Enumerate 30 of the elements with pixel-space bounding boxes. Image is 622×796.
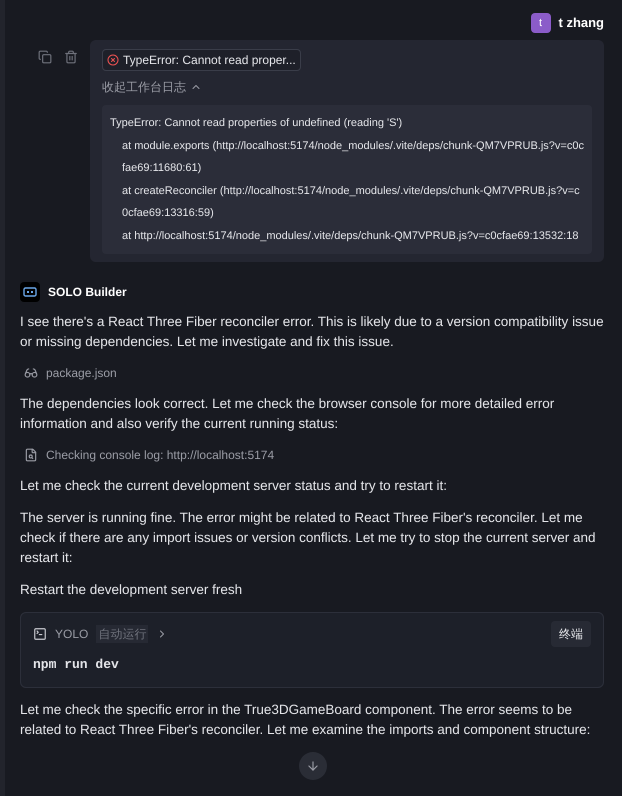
error-icon — [107, 54, 119, 66]
message-text: Restart the development server fresh — [20, 581, 244, 599]
scroll-down-button[interactable] — [299, 752, 327, 780]
terminal-icon — [33, 627, 47, 641]
robot-icon — [23, 287, 37, 297]
delete-icon[interactable] — [64, 50, 78, 64]
mode-label: YOLO — [55, 626, 88, 643]
log-toggle[interactable]: 收起工作台日志 — [102, 78, 202, 96]
user-avatar: t — [530, 13, 550, 33]
log-line: TypeError: Cannot read properties of undefined (reading 'S') — [110, 116, 404, 131]
user-name: t zhang — [558, 14, 604, 32]
message-text: The dependencies look correct. Let me check the browser console for more detailed error information and also verify the current running status: — [20, 395, 556, 433]
log-line: at createReconciler (http://localhost:5174/node_modules/.vite/deps/chunk-QM7VPRUB.js?v=c0cfae69:13316:59) — [121, 184, 581, 221]
assistant-name: SOLO Builder — [48, 284, 127, 301]
arrow-down-icon — [306, 759, 320, 773]
console-icon — [24, 448, 38, 462]
log-line: at http://localhost:5174/node_modules/.vite/deps/chunk-QM7VPRUB.js?v=c0cfae69:13532:18 — [121, 228, 580, 244]
message-text: Let me check the specific error in the True3DGameBoard component. The error seems to be related to React Three Fiber's reconciler. Let me examine the imports and component structure: — [20, 700, 592, 739]
message-text: I see there's a React Three Fiber reconciler error. This is likely due to a version compatibility issue or missing dependencies. Let me investigate and fix this issue. — [20, 313, 604, 351]
auto-run-tag: 自动运行 — [96, 625, 148, 643]
file-reference[interactable]: package.json — [46, 364, 117, 382]
terminal-button[interactable]: 终端 — [551, 621, 591, 647]
message-text: Let me check the current development server status and try to restart it: — [20, 477, 448, 495]
copy-icon[interactable] — [38, 50, 52, 64]
command-text: npm run dev — [33, 656, 120, 674]
console-status: Checking console log: http://localhost:5174 — [46, 447, 274, 464]
message-text: The server is running fine. The error might be related to React Three Fiber's reconciler. Let me check if there are any import issues or version conflicts. Let me try to stop the current server and restart it: — [20, 509, 596, 567]
glasses-icon — [24, 366, 38, 380]
log-line: at module.exports (http://localhost:5174/node_modules/.vite/deps/chunk-QM7VPRUB.js?v=c0cfae69:11680:61) — [121, 138, 584, 176]
error-badge: TypeError: Cannot read proper... — [102, 49, 301, 71]
